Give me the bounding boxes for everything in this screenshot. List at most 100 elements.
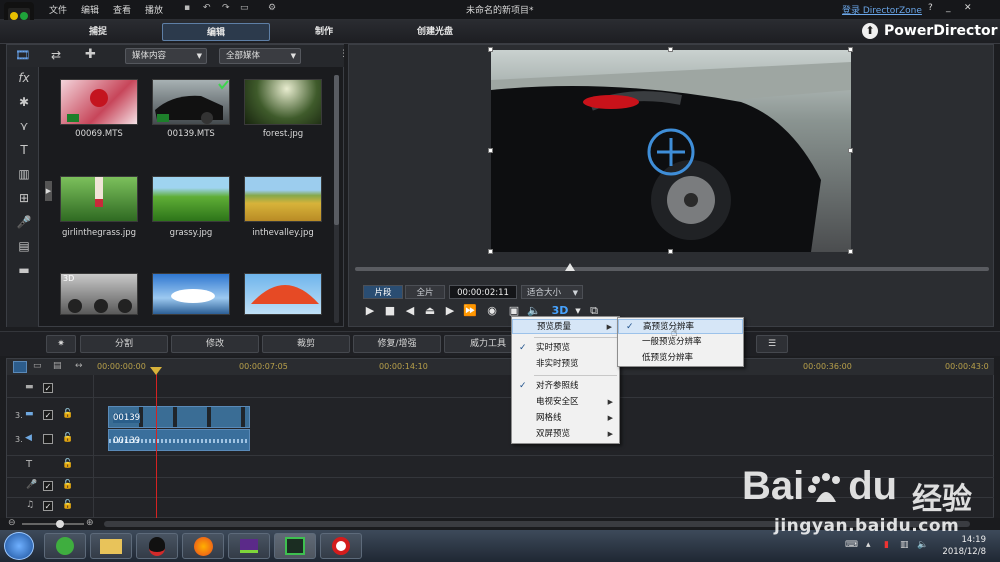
zoom-in-icon[interactable]: ⊕ — [86, 518, 94, 528]
resize-handle[interactable] — [488, 249, 493, 254]
zoom-slider[interactable] — [22, 520, 84, 528]
movie-mode-toggle[interactable]: 全片 — [405, 285, 445, 299]
timecode-display[interactable]: 00:00:02:11 — [449, 285, 517, 299]
fx-room-icon[interactable]: fx — [16, 71, 32, 85]
pip-room-icon[interactable]: ✱ — [16, 95, 32, 109]
resize-handle[interactable] — [668, 249, 673, 254]
menu-item-realtime-preview[interactable]: ✓ 实时预览 — [512, 341, 619, 356]
lock-icon[interactable]: 🔓 — [62, 480, 73, 490]
media-thumbnail-sky[interactable] — [152, 273, 230, 315]
help-button[interactable]: ? — [928, 3, 933, 13]
taskbar-firefox-icon[interactable] — [182, 533, 224, 559]
particle-room-icon[interactable]: ⋎ — [16, 119, 32, 133]
track-enable-checkbox[interactable]: ✓ — [43, 410, 53, 420]
modify-button[interactable]: 修改 — [171, 335, 259, 353]
media-thumbnail-00139[interactable] — [152, 79, 230, 125]
play-icon[interactable]: ▶ — [363, 304, 377, 318]
audio-mixing-icon[interactable]: ⊞ — [16, 191, 32, 205]
media-filter-dropdown[interactable]: 全部媒体 ▼ — [219, 48, 301, 64]
menu-item-grid-lines[interactable]: 网格线 ▶ — [512, 411, 619, 426]
media-thumbnail-forest[interactable] — [244, 79, 322, 125]
snapshot-camera-icon[interactable]: ◉ — [485, 304, 499, 318]
menu-item-normal-resolution[interactable]: 一般预览分辨率 — [618, 335, 743, 350]
preview-seek-slider[interactable] — [355, 263, 989, 271]
next-frame-icon[interactable]: ▶ — [443, 304, 457, 318]
media-thumbnail-motorcycles-3d[interactable]: 3D — [60, 273, 138, 315]
track-enable-checkbox[interactable]: ✓ — [43, 383, 53, 393]
storyboard-view-icon[interactable]: ▭ — [33, 361, 42, 371]
media-content-dropdown[interactable]: 媒体内容 ▼ — [125, 48, 207, 64]
zoom-out-icon[interactable]: ⊖ — [8, 518, 16, 528]
close-button[interactable]: ✕ — [964, 3, 972, 13]
taskbar-powerdirector-icon[interactable] — [274, 533, 316, 559]
resize-handle[interactable] — [848, 47, 853, 52]
taskbar-explorer-icon[interactable] — [90, 533, 132, 559]
clip-mode-toggle[interactable]: 片段 — [363, 285, 403, 299]
tab-produce[interactable]: 制作 — [294, 23, 354, 41]
preview-video-frame[interactable] — [488, 47, 853, 254]
redo-icon[interactable]: ↷ — [222, 3, 230, 13]
subtitle-room-icon[interactable]: ▬ — [16, 263, 32, 277]
upload-arrow-icon[interactable]: ⬆ — [862, 23, 878, 39]
start-button-icon[interactable] — [4, 532, 34, 560]
timeline-view-icon[interactable] — [13, 361, 27, 373]
menu-view[interactable]: 查看 — [113, 3, 131, 16]
media-thumbnail-girlinthegrass[interactable] — [60, 176, 138, 222]
track-manager-icon[interactable]: ▤ — [53, 361, 62, 371]
menu-edit[interactable]: 编辑 — [81, 3, 99, 16]
track-enable-checkbox[interactable]: ✓ — [43, 481, 53, 491]
more-options-icon[interactable]: ⋮ — [339, 49, 348, 59]
media-thumbnail-00069[interactable] — [60, 79, 138, 125]
audio-clip[interactable]: 00139 — [108, 429, 250, 451]
taskbar-recorder-icon[interactable] — [320, 533, 362, 559]
split-button[interactable]: 分割 — [80, 335, 168, 353]
resize-handle[interactable] — [848, 249, 853, 254]
media-thumbnail-umbrella[interactable] — [244, 273, 322, 315]
tab-capture[interactable]: 捕捉 — [68, 23, 128, 41]
menu-item-low-resolution[interactable]: 低预览分辨率 — [618, 351, 743, 366]
menu-file[interactable]: 文件 — [49, 3, 67, 16]
library-scrollbar[interactable] — [334, 75, 339, 323]
track-enable-checkbox[interactable]: ✓ — [43, 501, 53, 511]
resize-handle[interactable] — [488, 148, 493, 153]
tab-create-disc[interactable]: 创建光盘 — [398, 23, 472, 41]
save-icon[interactable]: ▪ — [184, 3, 190, 13]
menu-item-dual-preview[interactable]: 双屏预览 ▶ — [512, 427, 619, 442]
prev-frame-icon[interactable]: ◀ — [403, 304, 417, 318]
media-thumbnail-grassy[interactable] — [152, 176, 230, 222]
edit-list-icon[interactable]: ☰ — [756, 335, 788, 353]
resize-handle[interactable] — [668, 47, 673, 52]
lock-icon[interactable]: 🔓 — [62, 433, 73, 443]
playhead[interactable] — [150, 367, 162, 531]
seek-handle[interactable] — [565, 263, 575, 271]
title-room-icon[interactable]: T — [16, 143, 32, 157]
lock-icon[interactable]: 🔓 — [62, 500, 73, 510]
stop-icon[interactable]: ■ — [383, 304, 397, 318]
chapter-room-icon[interactable]: ▤ — [16, 239, 32, 253]
media-thumbnail-inthevalley[interactable] — [244, 176, 322, 222]
menu-item-nonrealtime-preview[interactable]: 非实时预览 — [512, 357, 619, 372]
plugin-icon[interactable]: ✚ — [85, 47, 96, 62]
settings-gear-icon[interactable]: ⚙ — [268, 3, 276, 13]
menu-item-preview-quality[interactable]: 预览质量 ▶ — [512, 319, 619, 334]
taskbar-app-360-icon[interactable] — [44, 533, 86, 559]
trim-button[interactable]: 裁剪 — [262, 335, 350, 353]
split-marker-icon[interactable]: ⏏ — [423, 304, 437, 318]
login-directorzone-link[interactable]: 登录 DirectorZone — [842, 3, 922, 16]
fit-timeline-icon[interactable]: ↔ — [75, 361, 83, 371]
media-room-icon[interactable]: 🎞 — [15, 48, 30, 62]
resize-handle[interactable] — [488, 47, 493, 52]
resize-handle[interactable] — [848, 148, 853, 153]
video-clip[interactable]: 00139 — [108, 406, 250, 428]
transition-room-icon[interactable]: ▥ — [16, 167, 32, 181]
tab-edit[interactable]: 编辑 — [162, 23, 270, 41]
fast-forward-icon[interactable]: ⏩ — [463, 304, 477, 318]
import-media-icon[interactable]: ⇄ — [51, 48, 61, 62]
magic-tools-icon[interactable]: ✷ — [46, 335, 76, 353]
taskbar-media-icon[interactable] — [228, 533, 270, 559]
menu-item-high-resolution[interactable]: ✓ 高预览分辨率 — [618, 319, 743, 334]
lock-icon[interactable]: 🔓 — [62, 459, 73, 469]
menu-item-snap-reference-lines[interactable]: ✓ 对齐参照线 — [512, 379, 619, 394]
undo-icon[interactable]: ↶ — [203, 3, 211, 13]
zoom-fit-dropdown[interactable]: 适合大小 ▼ — [521, 285, 583, 299]
